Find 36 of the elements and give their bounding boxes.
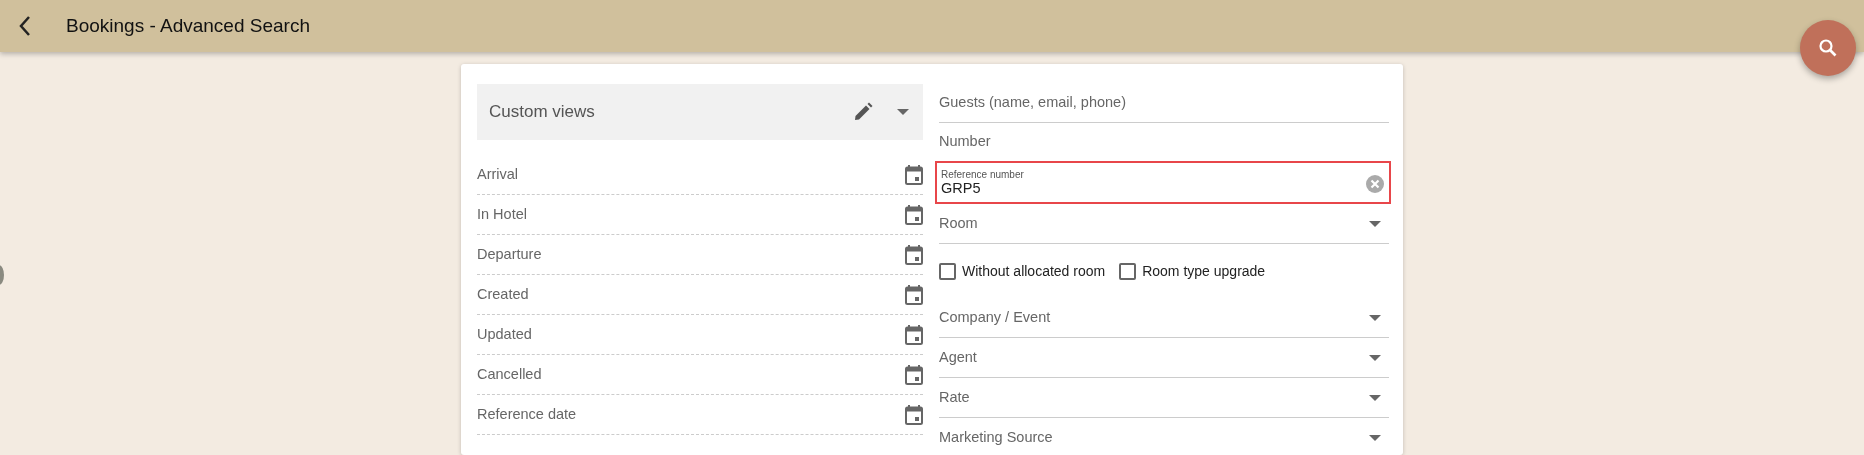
select-field[interactable]: Marketing Source — [939, 418, 1389, 455]
date-filter-label: Created — [477, 284, 529, 304]
select-field[interactable]: Agent — [939, 338, 1389, 378]
search-button[interactable] — [1800, 20, 1856, 76]
select-field[interactable]: Company / Event — [939, 298, 1389, 338]
date-filter-label: Arrival — [477, 164, 519, 184]
calendar-icon[interactable] — [905, 204, 923, 225]
caret-icon — [897, 109, 909, 115]
text-field[interactable]: Number — [939, 131, 1389, 153]
custom-views-dropdown[interactable]: Custom views — [477, 84, 923, 140]
select-field[interactable]: Rate — [939, 378, 1389, 418]
text-field[interactable]: Guests (name, email, phone) — [939, 92, 1389, 114]
calendar-icon[interactable] — [905, 284, 923, 305]
search-icon — [1818, 38, 1838, 58]
calendar-icon[interactable] — [905, 244, 923, 265]
date-filter-label: Cancelled — [477, 364, 542, 384]
reference-number-field[interactable]: Reference number GRP5 — [935, 161, 1391, 204]
caret-icon — [1369, 394, 1381, 401]
caret-icon — [1369, 434, 1381, 441]
date-filter-label: Departure — [477, 244, 542, 264]
calendar-icon[interactable] — [905, 364, 923, 385]
checkbox-option[interactable]: Room type upgrade — [1119, 260, 1266, 282]
edit-icon[interactable] — [853, 102, 873, 122]
calendar-icon[interactable] — [905, 324, 923, 345]
caret-icon — [1369, 220, 1381, 227]
page-title: Bookings - Advanced Search — [66, 13, 310, 38]
date-filter-label: Updated — [477, 324, 532, 344]
checkbox-option[interactable]: Without allocated room — [939, 260, 1106, 282]
caret-icon — [1369, 354, 1381, 361]
calendar-icon[interactable] — [905, 404, 923, 425]
date-filter-label: In Hotel — [477, 204, 527, 224]
chevron-left-icon — [18, 15, 32, 37]
caret-icon — [1369, 314, 1381, 321]
calendar-icon[interactable] — [905, 164, 923, 185]
date-filter-label: Reference date — [477, 404, 577, 424]
select-field[interactable]: Room — [939, 204, 1389, 244]
